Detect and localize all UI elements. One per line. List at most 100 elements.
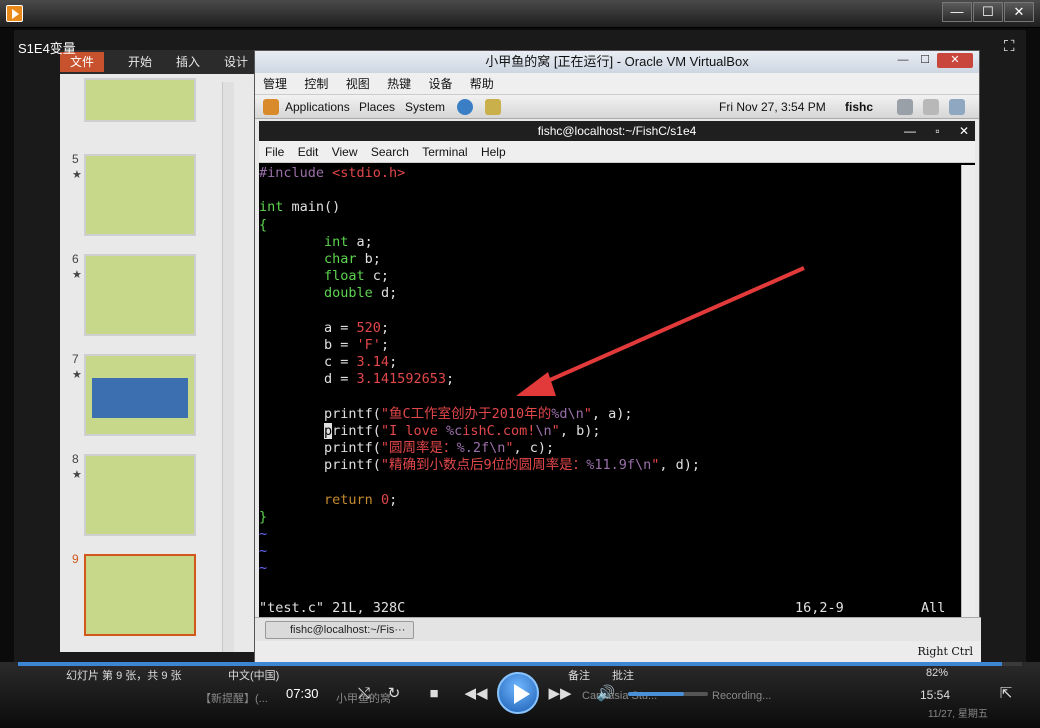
code-line: c = 3.14;: [259, 354, 398, 371]
network-icon[interactable]: [897, 99, 913, 115]
rewind-icon[interactable]: ◀◀: [464, 682, 488, 706]
places-menu[interactable]: Places: [359, 95, 395, 119]
stop-icon[interactable]: ■: [422, 682, 446, 706]
video-title: S1E4变量: [18, 41, 76, 56]
screen: — ☐ ✕ 文件 开始 插入 设计 5 ★ 6 ★ 7 ★ 8 ★ 9 小甲鱼的…: [0, 0, 1040, 728]
terminal-menu-item[interactable]: Edit: [298, 145, 319, 159]
taskbar-terminal-label: fishc@localhost:~/Fis···: [290, 624, 406, 636]
vbox-menu-item[interactable]: 视图: [346, 77, 370, 91]
player-titlebar: — ☐ ✕: [0, 0, 1040, 28]
window-controls: — ☐ ✕: [941, 2, 1034, 22]
code-line: printf("I love %cishC.com!\n", b);: [324, 422, 601, 439]
vbox-menu-item[interactable]: 管理: [263, 77, 287, 91]
code-line: int main(): [259, 199, 341, 216]
code-line: d = 3.141592653;: [259, 371, 455, 388]
terminal-menu-item[interactable]: View: [332, 145, 358, 159]
code-line: ~: [259, 543, 268, 560]
vbox-menu-item[interactable]: 帮助: [470, 77, 494, 91]
gnome-bottom-panel: fishc@localhost:~/Fis···: [255, 617, 981, 641]
progress-fill: [18, 662, 1002, 666]
slide-number: 8: [72, 452, 79, 466]
shuffle-icon[interactable]: ⤭: [352, 682, 376, 706]
browser-icon[interactable]: [457, 99, 473, 115]
play-button[interactable]: [497, 672, 539, 714]
code-line: double d;: [324, 285, 398, 302]
terminal-screen[interactable]: #include <stdio.h> int main() { int a; c…: [259, 165, 961, 617]
progress-bar[interactable]: [18, 662, 1022, 666]
clock[interactable]: Fri Nov 27, 3:54 PM: [719, 95, 826, 119]
vbox-menu-item[interactable]: 控制: [304, 77, 328, 91]
ppt-status-slide: 幻灯片 第 9 张，共 9 张: [66, 670, 182, 682]
applications-menu[interactable]: Applications: [285, 95, 350, 119]
vbox-titlebar: 小甲鱼的窝 [正在运行] - Oracle VM VirtualBox — ☐ …: [255, 51, 979, 73]
gnome-foot-icon: [263, 99, 279, 115]
vbox-menu-item[interactable]: 热键: [387, 77, 411, 91]
volume-slider[interactable]: [628, 692, 708, 696]
code-line: printf("鱼C工作室创办于2010年的%d\n", a);: [259, 405, 633, 422]
ppt-zoom-level: 82%: [926, 667, 949, 679]
volume-icon[interactable]: 🔊: [594, 682, 618, 706]
slide-thumb-4[interactable]: [84, 78, 196, 122]
volume-icon[interactable]: [923, 99, 939, 115]
fullscreen-icon[interactable]: ⛶: [1004, 38, 1022, 55]
system-menu[interactable]: System: [405, 95, 445, 119]
terminal-minimize-button[interactable]: —: [904, 124, 916, 138]
vbox-minimize-button[interactable]: —: [893, 53, 913, 68]
vbox-menu-item[interactable]: 设备: [428, 77, 452, 91]
slide-thumb-9[interactable]: [84, 554, 196, 636]
vbox-statusbar: Right Ctrl: [255, 641, 981, 662]
taskbar-terminal-button[interactable]: fishc@localhost:~/Fis···: [265, 621, 415, 639]
system-clock: 15:54: [920, 688, 951, 702]
vbox-maximize-button[interactable]: ☐: [915, 53, 935, 68]
vim-status-line: "test.c" 21L, 328C 16,2-9 All: [259, 599, 961, 617]
terminal-menu-item[interactable]: Terminal: [422, 145, 467, 159]
terminal-menu-item[interactable]: File: [265, 145, 284, 159]
slide-thumb-5[interactable]: [84, 154, 196, 236]
terminal-maximize-button[interactable]: ▫: [935, 124, 939, 138]
code-line: int a;: [324, 233, 373, 250]
slide-number: 9: [72, 552, 79, 566]
video-area[interactable]: 文件 开始 插入 设计 5 ★ 6 ★ 7 ★ 8 ★ 9 小甲鱼的窝 [正在运…: [14, 30, 1026, 662]
maximize-button[interactable]: ☐: [973, 2, 1003, 22]
slide-thumb-7[interactable]: [84, 354, 196, 436]
slide-thumb-8[interactable]: [84, 454, 196, 536]
ppt-tab-design[interactable]: 设计: [214, 52, 258, 72]
user-name[interactable]: fishc: [845, 95, 873, 119]
taskbar-item: Recording...: [712, 690, 772, 702]
slide-star: ★: [72, 169, 82, 181]
code-line: float c;: [324, 268, 390, 285]
mail-icon[interactable]: [485, 99, 501, 115]
ppt-tab-home[interactable]: 开始: [118, 52, 162, 72]
slide-thumb-6[interactable]: [84, 254, 196, 336]
slide-number: 7: [72, 352, 79, 366]
ppt-status-lang: 中文(中国): [228, 670, 280, 682]
power-icon[interactable]: [949, 99, 965, 115]
ppt-tab-insert[interactable]: 插入: [166, 52, 210, 72]
ppt-scrollbar[interactable]: [222, 82, 234, 652]
vbox-menubar: 管理 控制 视图 热键 设备 帮助: [255, 73, 979, 95]
playback-time: 07:30: [286, 686, 319, 701]
fast-forward-icon[interactable]: ▶▶: [548, 682, 572, 706]
terminal-window: fishc@localhost:~/FishC/s1e4 — ▫ ✕ File …: [259, 121, 975, 617]
code-line: }: [259, 508, 268, 525]
terminal-menu-item[interactable]: Help: [481, 145, 506, 159]
close-button[interactable]: ✕: [1004, 2, 1034, 22]
code-line: {: [259, 216, 268, 233]
popout-icon[interactable]: ⇱: [994, 682, 1018, 706]
minimize-button[interactable]: —: [942, 2, 972, 22]
virtualbox-window: 小甲鱼的窝 [正在运行] - Oracle VM VirtualBox — ☐ …: [254, 50, 981, 662]
terminal-close-button[interactable]: ✕: [959, 124, 969, 138]
slide-star: ★: [72, 469, 82, 481]
repeat-icon[interactable]: ↻: [382, 682, 406, 706]
code-line: a = 520;: [259, 319, 390, 336]
terminal-menu-item[interactable]: Search: [371, 145, 409, 159]
code-line: ~: [259, 525, 268, 542]
code-line: printf("圆周率是：%.2f\n", c);: [259, 440, 555, 456]
ppt-status-comments: 批注: [612, 670, 634, 682]
player-logo-icon: [6, 5, 23, 22]
terminal-scrollbar[interactable]: [961, 165, 975, 617]
gnome-top-panel: Applications Places System Fri Nov 27, 3…: [255, 95, 979, 119]
vbox-close-button[interactable]: ✕: [937, 53, 973, 68]
